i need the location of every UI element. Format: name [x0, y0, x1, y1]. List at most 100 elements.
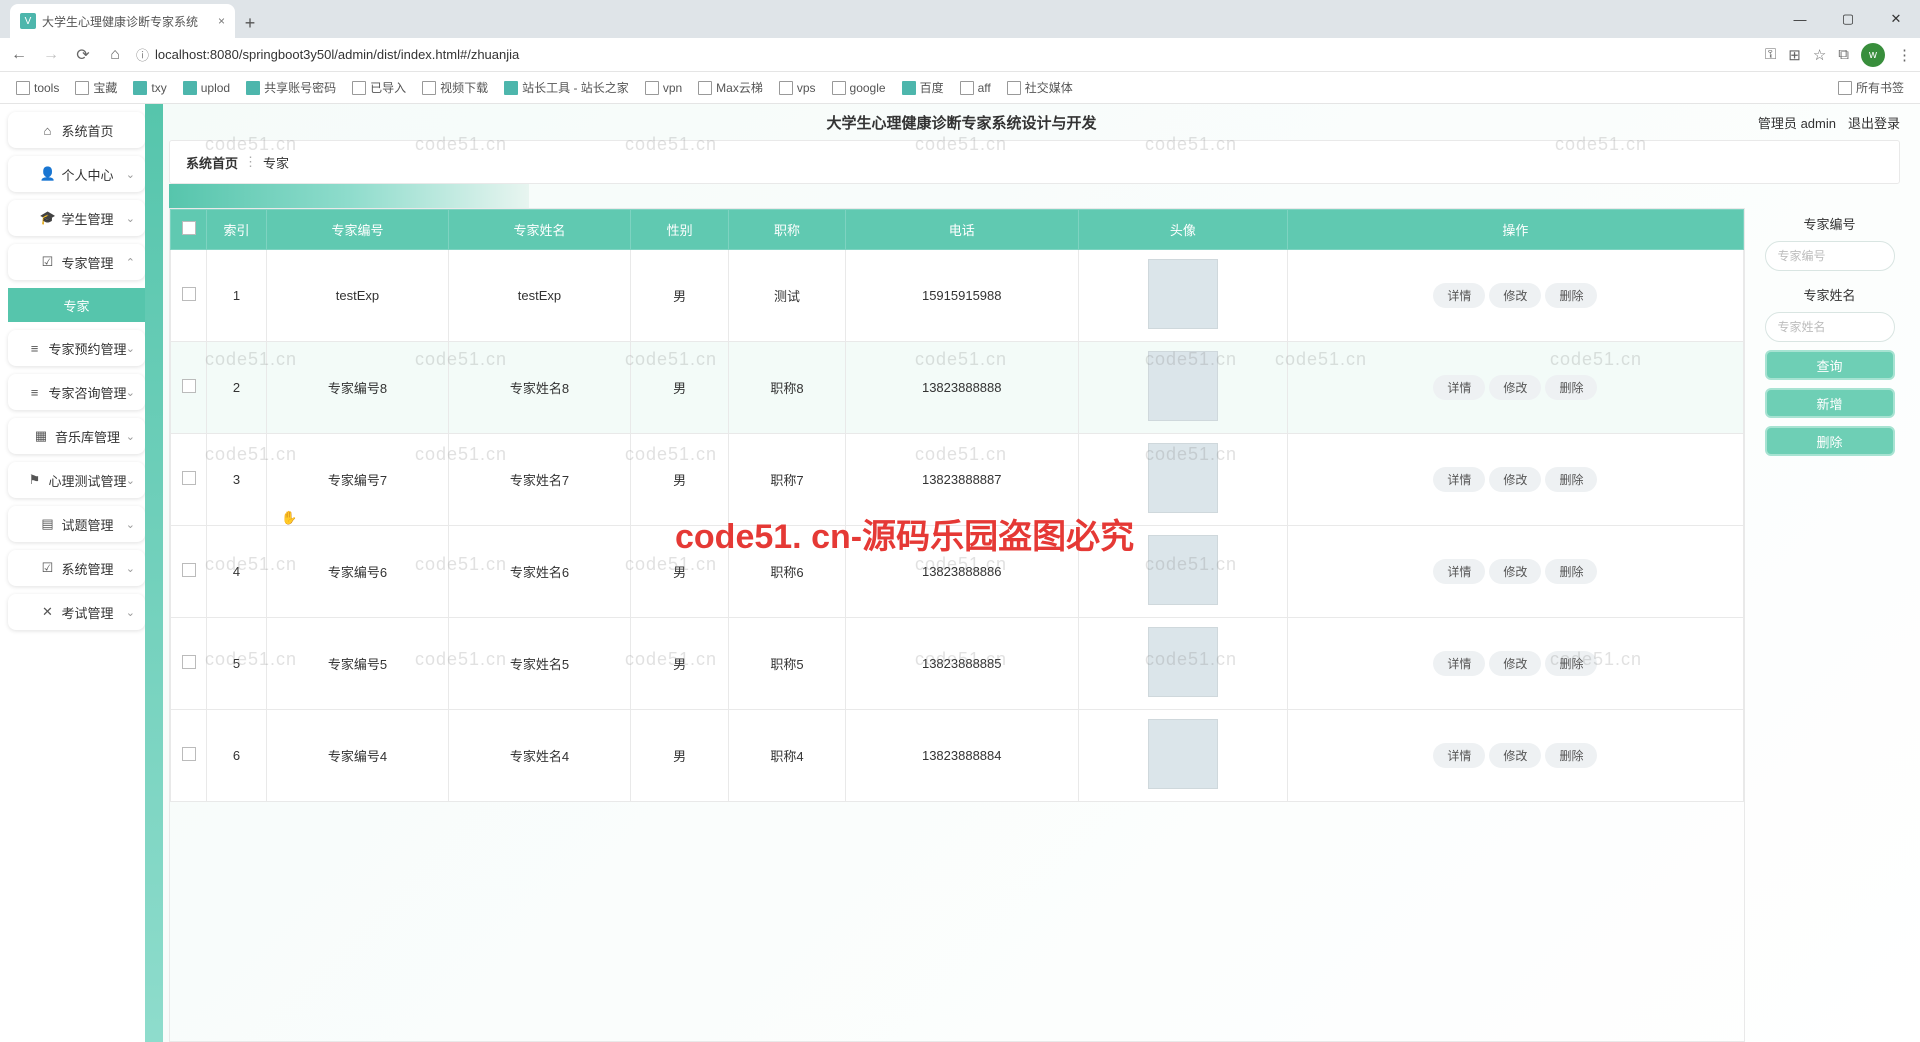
- cell-phone: 15915915988: [845, 250, 1078, 342]
- sidebar-item[interactable]: ⚑心理测试管理⌄: [8, 462, 145, 498]
- bookmark-item[interactable]: uplod: [177, 78, 236, 98]
- detail-button[interactable]: 详情: [1433, 651, 1485, 676]
- row-delete-button[interactable]: 删除: [1545, 743, 1597, 768]
- sidebar-item[interactable]: ≡专家咨询管理⌄: [8, 374, 145, 410]
- row-delete-button[interactable]: 删除: [1545, 467, 1597, 492]
- edit-button[interactable]: 修改: [1489, 743, 1541, 768]
- edit-button[interactable]: 修改: [1489, 467, 1541, 492]
- url-field[interactable]: ⓘ localhost:8080/springboot3y50l/admin/d…: [136, 45, 1755, 64]
- bookmark-item[interactable]: 宝藏: [69, 76, 123, 99]
- edit-button[interactable]: 修改: [1489, 559, 1541, 584]
- maximize-button[interactable]: ▢: [1824, 0, 1872, 38]
- sidebar-item[interactable]: ≡专家预约管理⌄: [8, 330, 145, 366]
- data-table: 索引专家编号专家姓名性别职称电话头像操作 1testExptestExp男测试1…: [169, 208, 1745, 1042]
- bookmark-item[interactable]: 站长工具 - 站长之家: [498, 76, 635, 99]
- select-all-checkbox[interactable]: [182, 221, 196, 235]
- row-checkbox[interactable]: [182, 471, 196, 485]
- sidebar-item[interactable]: 🎓学生管理⌄: [8, 200, 145, 236]
- cell-avatar: [1078, 250, 1287, 342]
- bookmark-item[interactable]: 百度: [896, 76, 950, 99]
- sidebar-item[interactable]: ✕考试管理⌄: [8, 594, 145, 630]
- bookmark-icon[interactable]: ☆: [1813, 46, 1826, 64]
- cell-check: [171, 710, 207, 802]
- site-info-icon[interactable]: ⓘ: [136, 45, 149, 64]
- bookmark-item[interactable]: 共享账号密码: [240, 76, 342, 99]
- cell-ops: 详情修改删除: [1287, 342, 1743, 434]
- sidebar-item[interactable]: 专家: [8, 288, 145, 322]
- menu-icon: ▦: [33, 428, 49, 444]
- cell-check: [171, 618, 207, 710]
- close-window-button[interactable]: ✕: [1872, 0, 1920, 38]
- detail-button[interactable]: 详情: [1433, 467, 1485, 492]
- detail-button[interactable]: 详情: [1433, 283, 1485, 308]
- row-delete-button[interactable]: 删除: [1545, 559, 1597, 584]
- row-checkbox[interactable]: [182, 563, 196, 577]
- search-input-no[interactable]: [1765, 241, 1895, 271]
- bookmark-item[interactable]: vps: [773, 78, 822, 98]
- breadcrumb-home[interactable]: 系统首页: [186, 153, 238, 172]
- cell-ops: 详情修改删除: [1287, 618, 1743, 710]
- translate-icon[interactable]: ⊞: [1788, 46, 1801, 64]
- row-delete-button[interactable]: 删除: [1545, 651, 1597, 676]
- sidebar-item[interactable]: 👤个人中心⌄: [8, 156, 145, 192]
- profile-avatar[interactable]: w: [1861, 43, 1885, 67]
- search-input-name[interactable]: [1765, 312, 1895, 342]
- query-button[interactable]: 查询: [1765, 350, 1895, 380]
- forward-button[interactable]: →: [40, 46, 62, 64]
- bookmark-item[interactable]: aff: [954, 78, 997, 98]
- bookmark-item[interactable]: Max云梯: [692, 76, 769, 99]
- bookmark-item[interactable]: 已导入: [346, 76, 412, 99]
- row-checkbox[interactable]: [182, 287, 196, 301]
- tab-close-icon[interactable]: ×: [218, 14, 225, 28]
- cell-gender: 男: [630, 526, 728, 618]
- row-checkbox[interactable]: [182, 655, 196, 669]
- search-panel: 专家编号 专家姓名 查询 新增 删除: [1745, 208, 1900, 1042]
- add-button[interactable]: 新增: [1765, 388, 1895, 418]
- edit-button[interactable]: 修改: [1489, 651, 1541, 676]
- sidebar-item[interactable]: ▦音乐库管理⌄: [8, 418, 145, 454]
- sidebar-item[interactable]: ⌂系统首页: [8, 112, 145, 148]
- bookmark-item[interactable]: google: [826, 78, 892, 98]
- row-delete-button[interactable]: 删除: [1545, 375, 1597, 400]
- avatar-image: [1148, 627, 1218, 697]
- table-row: 6专家编号4专家姓名4男职称413823888884详情修改删除: [171, 710, 1744, 802]
- search-label-no: 专家编号: [1803, 214, 1855, 233]
- cell-avatar: [1078, 526, 1287, 618]
- cell-phone: 13823888888: [845, 342, 1078, 434]
- column-header: 性别: [630, 210, 728, 250]
- browser-tab[interactable]: V 大学生心理健康诊断专家系统 ×: [10, 4, 235, 38]
- table-row: 5专家编号5专家姓名5男职称513823888885详情修改删除: [171, 618, 1744, 710]
- detail-button[interactable]: 详情: [1433, 743, 1485, 768]
- detail-button[interactable]: 详情: [1433, 375, 1485, 400]
- sidebar-item[interactable]: ▤试题管理⌄: [8, 506, 145, 542]
- delete-button[interactable]: 删除: [1765, 426, 1895, 456]
- bookmark-item[interactable]: 视频下载: [416, 76, 494, 99]
- breadcrumb: 系统首页 ⋮ 专家: [169, 140, 1900, 184]
- key-icon[interactable]: ⚿: [1765, 46, 1776, 63]
- minimize-button[interactable]: —: [1776, 0, 1824, 38]
- cell-expert-no: 专家编号4: [267, 710, 449, 802]
- edit-button[interactable]: 修改: [1489, 283, 1541, 308]
- sidebar-item[interactable]: ☑系统管理⌄: [8, 550, 145, 586]
- back-button[interactable]: ←: [8, 46, 30, 64]
- bookmark-item[interactable]: tools: [10, 78, 65, 98]
- avatar-image: [1148, 443, 1218, 513]
- row-checkbox[interactable]: [182, 379, 196, 393]
- bookmark-item[interactable]: vpn: [639, 78, 688, 98]
- edit-button[interactable]: 修改: [1489, 375, 1541, 400]
- row-delete-button[interactable]: 删除: [1545, 283, 1597, 308]
- logout-button[interactable]: 退出登录: [1848, 113, 1900, 132]
- home-button[interactable]: ⌂: [104, 46, 126, 64]
- reload-button[interactable]: ⟳: [72, 45, 94, 65]
- new-tab-button[interactable]: +: [235, 8, 265, 38]
- sidebar-item[interactable]: ☑专家管理⌃: [8, 244, 145, 280]
- row-checkbox[interactable]: [182, 747, 196, 761]
- extensions-icon[interactable]: ⧉: [1838, 46, 1849, 63]
- bookmark-item[interactable]: txy: [127, 78, 172, 98]
- all-bookmarks[interactable]: 所有书签: [1832, 76, 1910, 99]
- user-info: 管理员 admin: [1758, 113, 1836, 132]
- detail-button[interactable]: 详情: [1433, 559, 1485, 584]
- cell-phone: 13823888887: [845, 434, 1078, 526]
- menu-icon[interactable]: ⋮: [1897, 46, 1912, 64]
- bookmark-item[interactable]: 社交媒体: [1001, 76, 1079, 99]
